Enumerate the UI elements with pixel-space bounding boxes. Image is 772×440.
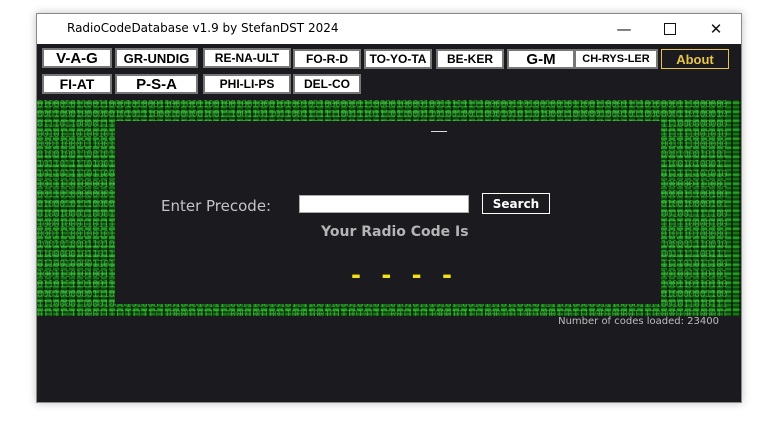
result-code: - - - - <box>351 261 458 289</box>
manufacturer-button-philips[interactable]: PHI-LI-PS <box>203 74 291 94</box>
close-icon: ✕ <box>709 20 723 38</box>
title-bar[interactable]: RadioCodeDatabase v1.9 by StefanDST 2024… <box>37 14 741 44</box>
manufacturer-button-psa[interactable]: P-S-A <box>115 74 198 94</box>
manufacturer-button-toyota[interactable]: TO-YO-TA <box>364 49 432 69</box>
manufacturer-button-ford[interactable]: FO-R-D <box>293 49 361 69</box>
window-title: RadioCodeDatabase v1.9 by StefanDST 2024 <box>67 21 339 35</box>
result-label: Your Radio Code Is <box>321 224 469 240</box>
manufacturer-button-chrysler[interactable]: CH-RYS-LER <box>574 49 658 69</box>
manufacturer-button-renault[interactable]: RE-NA-ULT <box>203 48 291 68</box>
maximize-icon <box>664 23 676 35</box>
maximize-button[interactable] <box>647 14 693 44</box>
manufacturer-button-beker[interactable]: BE-KER <box>436 49 504 69</box>
search-button[interactable]: Search <box>482 193 550 214</box>
minimize-button[interactable]: — <box>601 14 647 44</box>
manufacturer-button-vag[interactable]: V-A-G <box>42 48 112 68</box>
minimize-icon: — <box>616 20 632 38</box>
about-button[interactable]: About <box>661 49 729 69</box>
codes-loaded-status: Number of codes loaded: 23400 <box>558 316 719 327</box>
manufacturer-button-fiat[interactable]: FI-AT <box>42 74 112 94</box>
panel-dash <box>431 131 447 132</box>
manufacturer-button-delco[interactable]: DEL-CO <box>293 74 361 94</box>
manufacturer-toolbar: V-A-G GR-UNDIG RE-NA-ULT FO-R-D TO-YO-TA… <box>37 44 741 100</box>
manufacturer-button-gm[interactable]: G-M <box>507 49 575 69</box>
precode-label: Enter Precode: <box>161 197 272 215</box>
close-button[interactable]: ✕ <box>693 14 739 44</box>
precode-input[interactable] <box>299 195 469 213</box>
manufacturer-button-grundig[interactable]: GR-UNDIG <box>115 48 198 68</box>
app-window: RadioCodeDatabase v1.9 by StefanDST 2024… <box>36 13 742 403</box>
lookup-panel: Enter Precode: Search Your Radio Code Is… <box>115 121 661 304</box>
